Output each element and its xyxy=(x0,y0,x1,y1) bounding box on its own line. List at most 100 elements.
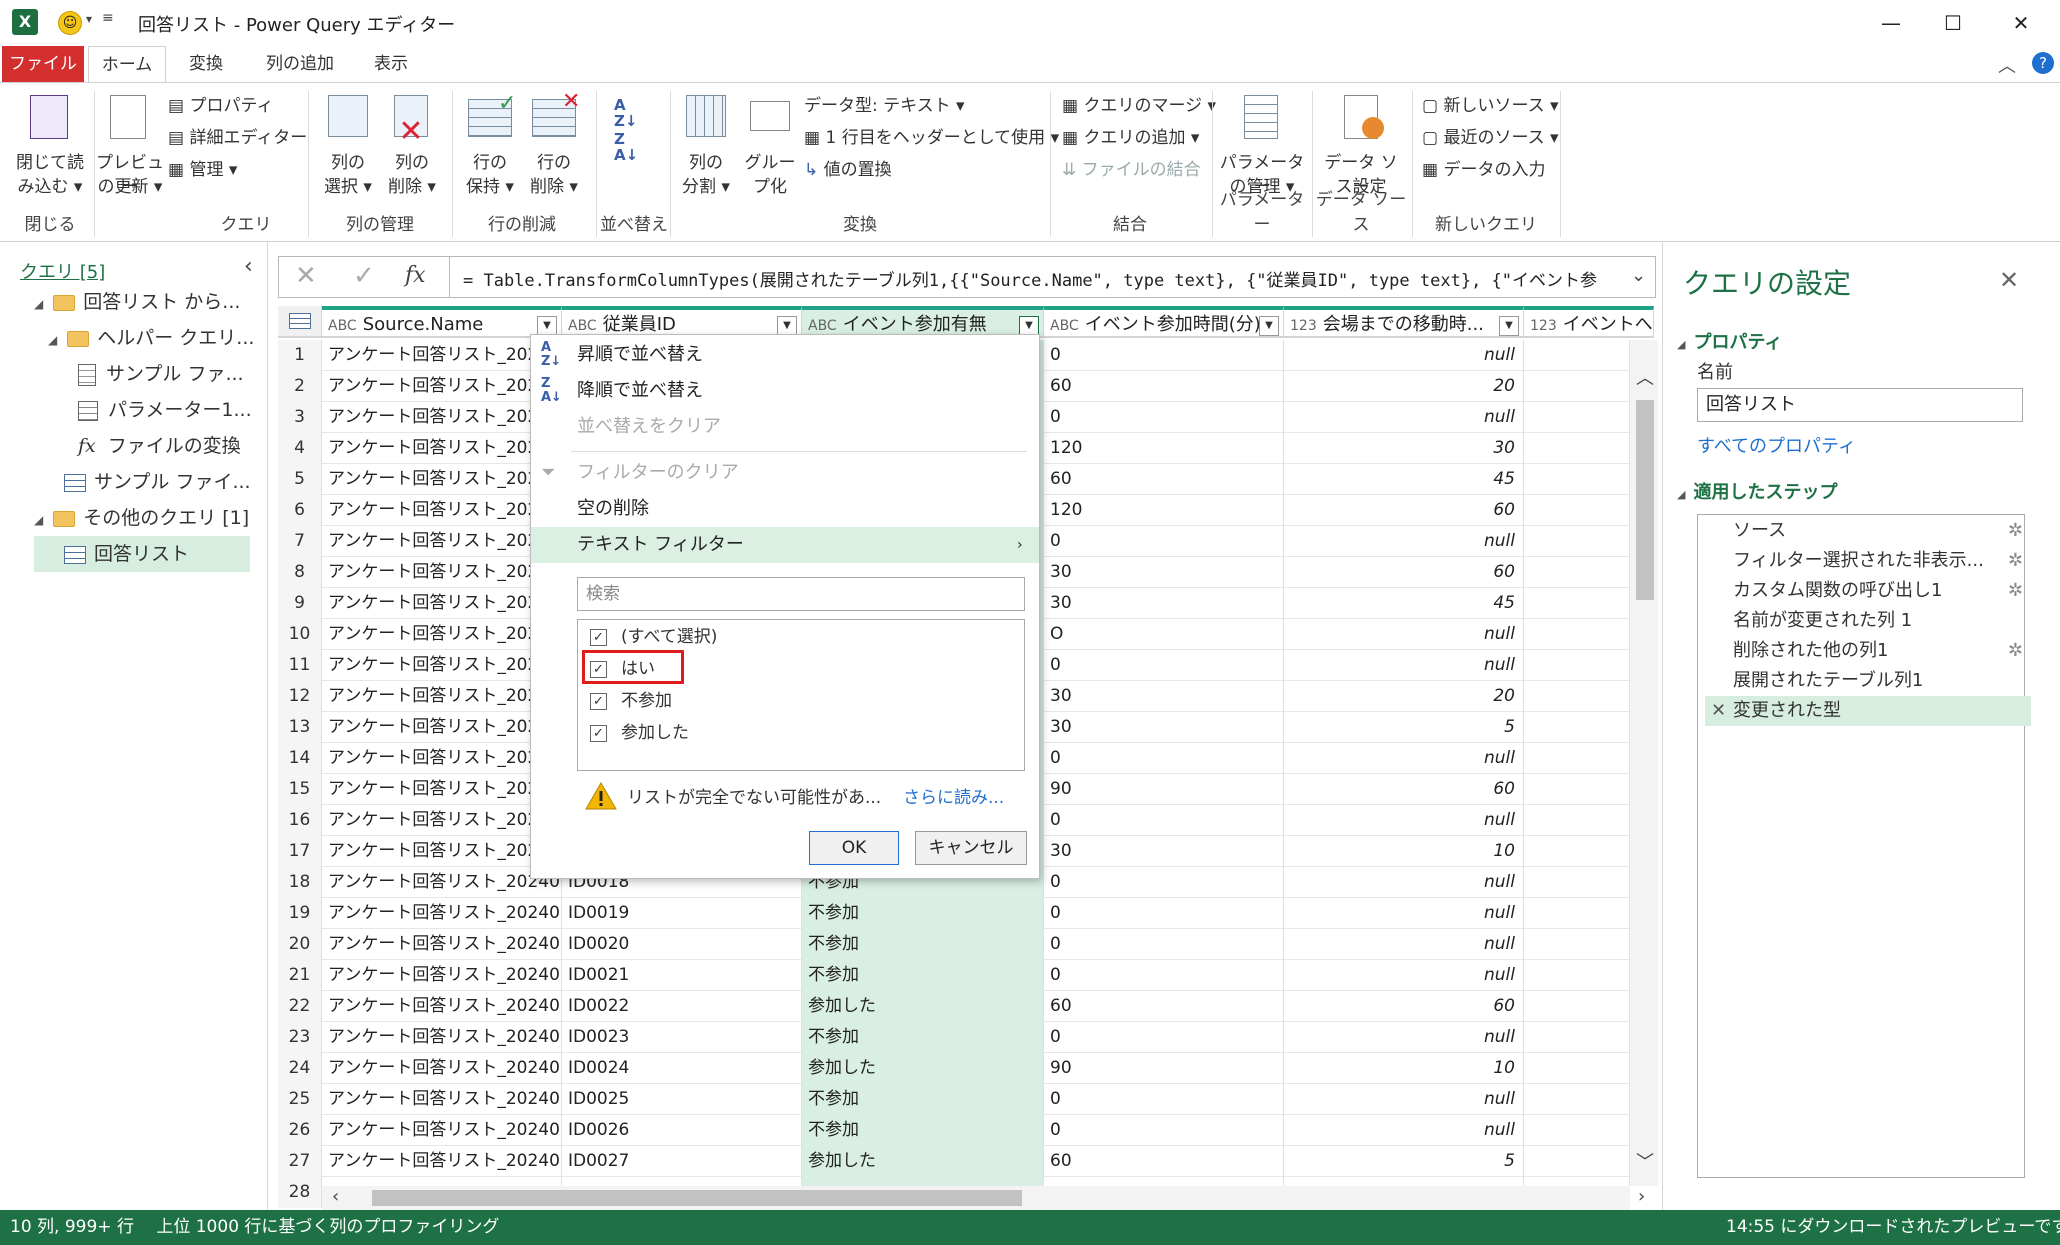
properties-section[interactable]: ◢ プロパティ xyxy=(1677,328,1782,354)
table-cell[interactable]: 30 xyxy=(1044,681,1284,712)
row-number[interactable]: 28 xyxy=(278,1177,322,1208)
tab-file[interactable]: ファイル xyxy=(2,46,84,82)
row-number[interactable]: 12 xyxy=(278,681,322,712)
keep-rows-button[interactable]: ✓ 行の 保持 ▾ xyxy=(458,91,522,209)
table-cell[interactable]: アンケート回答リスト_20240 xyxy=(322,712,562,743)
expand-formula-icon[interactable]: ⌄ xyxy=(1631,265,1646,286)
filter-dropdown-icon[interactable]: ▼ xyxy=(1499,316,1519,336)
table-cell[interactable]: null xyxy=(1284,650,1524,681)
remove-columns-button[interactable]: ✕ 列の 削除 ▾ xyxy=(380,95,444,209)
table-cell[interactable]: アンケート回答リスト_20240... xyxy=(322,1146,562,1177)
table-cell[interactable]: 0 xyxy=(1044,650,1284,681)
table-cell[interactable]: ID0026 xyxy=(562,1115,802,1146)
table-cell[interactable]: 60 xyxy=(1284,774,1524,805)
queries-title[interactable]: クエリ [5] xyxy=(20,258,105,284)
tab-transform[interactable]: 変換 xyxy=(170,46,242,82)
step-invoke-custom-function[interactable]: カスタム関数の呼び出し1 ✲ xyxy=(1705,576,2031,606)
table-cell[interactable]: ID0024 xyxy=(562,1053,802,1084)
table-cell[interactable]: アンケート回答リスト_20240 xyxy=(322,557,562,588)
table-cell[interactable]: 0 xyxy=(1044,1115,1284,1146)
checkbox-checked-icon[interactable]: ✓ xyxy=(590,628,607,646)
row-number[interactable]: 27 xyxy=(278,1146,322,1177)
table-cell[interactable] xyxy=(1524,464,1630,495)
delete-step-icon[interactable]: ✕ xyxy=(1711,696,1726,726)
group-by-button[interactable]: グルー プ化 xyxy=(740,95,800,209)
table-cell[interactable] xyxy=(1524,371,1630,402)
query-item-sample-file[interactable]: サンプル ファ... xyxy=(78,356,244,392)
query-group-answer-list[interactable]: ◢ 回答リスト から... xyxy=(34,284,240,320)
query-name-input[interactable]: 回答リスト xyxy=(1697,388,2023,422)
table-cell[interactable]: 120 xyxy=(1044,433,1284,464)
remove-empty-item[interactable]: 空の削除 xyxy=(531,491,1039,527)
table-cell[interactable]: アンケート回答リスト_20240... xyxy=(322,929,562,960)
data-type-button[interactable]: データ型: テキスト ▾ xyxy=(804,91,965,121)
fx-icon[interactable]: fx xyxy=(405,263,426,288)
table-cell[interactable]: アンケート回答リスト_20240 xyxy=(322,495,562,526)
row-number[interactable]: 5 xyxy=(278,464,322,495)
table-cell[interactable]: 45 xyxy=(1284,464,1524,495)
table-cell[interactable]: 60 xyxy=(1044,1146,1284,1177)
column-header-source-name[interactable]: ABC Source.Name ▼ xyxy=(322,306,562,338)
smiley-feedback-icon[interactable]: ☺ xyxy=(58,11,82,35)
table-cell[interactable] xyxy=(1524,898,1630,929)
table-cell[interactable] xyxy=(1524,402,1630,433)
remove-rows-button[interactable]: ✕ 行の 削除 ▾ xyxy=(522,89,586,209)
choose-columns-button[interactable]: 列の 選択 ▾ xyxy=(316,95,380,209)
row-number[interactable]: 2 xyxy=(278,371,322,402)
table-cell[interactable]: null xyxy=(1284,402,1524,433)
table-cell[interactable]: 60 xyxy=(1284,557,1524,588)
row-number[interactable]: 7 xyxy=(278,526,322,557)
row-number[interactable]: 21 xyxy=(278,960,322,991)
row-number[interactable]: 8 xyxy=(278,557,322,588)
table-cell[interactable]: 30 xyxy=(1044,836,1284,867)
table-cell[interactable] xyxy=(1524,588,1630,619)
row-number[interactable]: 6 xyxy=(278,495,322,526)
horizontal-scrollbar[interactable]: ‹ › xyxy=(322,1186,1645,1210)
table-cell[interactable]: アンケート回答リスト_20240 xyxy=(322,433,562,464)
value-item-not-participating[interactable]: ✓ 不参加 xyxy=(590,684,672,718)
table-cell[interactable] xyxy=(1524,1084,1630,1115)
table-cell[interactable]: 120 xyxy=(1044,495,1284,526)
new-source-button[interactable]: ▢ 新しいソース ▾ xyxy=(1422,91,1559,121)
table-cell[interactable]: 20 xyxy=(1284,681,1524,712)
query-group-other[interactable]: ◢ その他のクエリ [1] xyxy=(34,500,249,536)
table-cell[interactable] xyxy=(1524,805,1630,836)
tab-home[interactable]: ホーム xyxy=(88,46,166,82)
refresh-preview-button[interactable]: プレビュー の更新 ▾ xyxy=(96,95,164,209)
table-cell[interactable]: 参加した xyxy=(802,1146,1044,1177)
row-number[interactable]: 11 xyxy=(278,650,322,681)
table-cell[interactable]: ID0022 xyxy=(562,991,802,1022)
vertical-scrollbar[interactable]: ︿ ﹀ xyxy=(1630,340,1658,1186)
value-item-participated[interactable]: ✓ 参加した xyxy=(590,716,689,750)
table-cell[interactable]: null xyxy=(1284,619,1524,650)
sort-ascending-item[interactable]: A Z↓ 昇順で並べ替え xyxy=(531,337,1039,373)
filter-dropdown-icon[interactable]: ▼ xyxy=(777,316,797,336)
table-cell[interactable]: null xyxy=(1284,898,1524,929)
scrollbar-thumb[interactable] xyxy=(372,1190,1022,1206)
table-cell[interactable]: 不参加 xyxy=(802,898,1044,929)
sort-descending-item[interactable]: Z A↓ 降順で並べ替え xyxy=(531,373,1039,409)
table-cell[interactable]: null xyxy=(1284,960,1524,991)
dropdown-arrow-icon[interactable]: ▾ xyxy=(86,12,92,26)
table-cell[interactable] xyxy=(1524,526,1630,557)
table-cell[interactable]: 不参加 xyxy=(802,1022,1044,1053)
table-cell[interactable]: 5 xyxy=(1284,712,1524,743)
column-header-travel-time[interactable]: 123 会場までの移動時... ▼ xyxy=(1284,306,1524,338)
table-cell[interactable]: 0 xyxy=(1044,867,1284,898)
table-cell[interactable]: アンケート回答リスト_20240 xyxy=(322,681,562,712)
table-cell[interactable]: アンケート回答リスト_20240 xyxy=(322,805,562,836)
table-cell[interactable]: アンケート回答リスト_20240... xyxy=(322,898,562,929)
properties-button[interactable]: ▤ プロパティ xyxy=(168,91,273,121)
table-cell[interactable]: アンケート回答リスト_20240 xyxy=(322,743,562,774)
table-cell[interactable]: null xyxy=(1284,340,1524,371)
close-pane-icon[interactable]: ✕ xyxy=(1999,266,2019,294)
row-number[interactable]: 10 xyxy=(278,619,322,650)
sort-descending-icon[interactable]: Z A↓ xyxy=(614,131,638,163)
tab-view[interactable]: 表示 xyxy=(356,46,426,82)
table-cell[interactable]: 0 xyxy=(1044,805,1284,836)
ok-button[interactable]: OK xyxy=(809,831,899,865)
checkbox-checked-icon[interactable]: ✓ xyxy=(590,692,607,710)
table-cell[interactable]: 60 xyxy=(1044,371,1284,402)
use-first-row-header-button[interactable]: ▦ 1 行目をヘッダーとして使用 ▾ xyxy=(804,123,1059,153)
filter-dropdown-icon[interactable]: ▼ xyxy=(1019,316,1039,336)
